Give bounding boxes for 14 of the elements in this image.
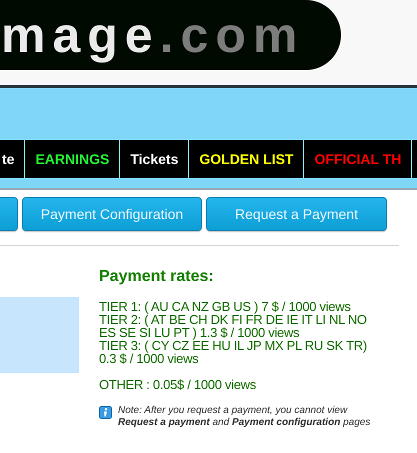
tier-rate: TIER 2: ( AT BE CH DK FI FR DE IE IT LI NL NO ES SE SI LU PT ) 1.3 $ / 1000 views — [99, 313, 368, 339]
nav-link[interactable]: te — [2, 151, 14, 167]
nav-link[interactable]: Tickets — [130, 151, 178, 167]
section-title: Payment rates: — [99, 268, 215, 286]
other-rate: OTHER : 0.05$ / 1000 views — [99, 378, 257, 391]
nav-link[interactable]: EARNINGS — [35, 151, 110, 167]
tier-rate: TIER 1: ( AU CA NZ GB US ) 7 $ / 1000 views — [99, 300, 352, 313]
nav-link[interactable]: OFFICIAL TH — [314, 151, 402, 167]
tab-button[interactable] — [0, 197, 18, 231]
nav-link[interactable]: GOLDEN LIST — [199, 151, 294, 167]
info-icon — [99, 406, 112, 419]
tier-rate: TIER 3: ( CY CZ EE HU IL JP MX PL RU SK TR) 0.3 $ / 1000 views — [99, 339, 368, 365]
note-text: Note: After you request a payment, you cannot view Request a payment and Payment configuration pages — [118, 405, 372, 429]
site-logo[interactable]: mage.com — [0, 0, 341, 70]
